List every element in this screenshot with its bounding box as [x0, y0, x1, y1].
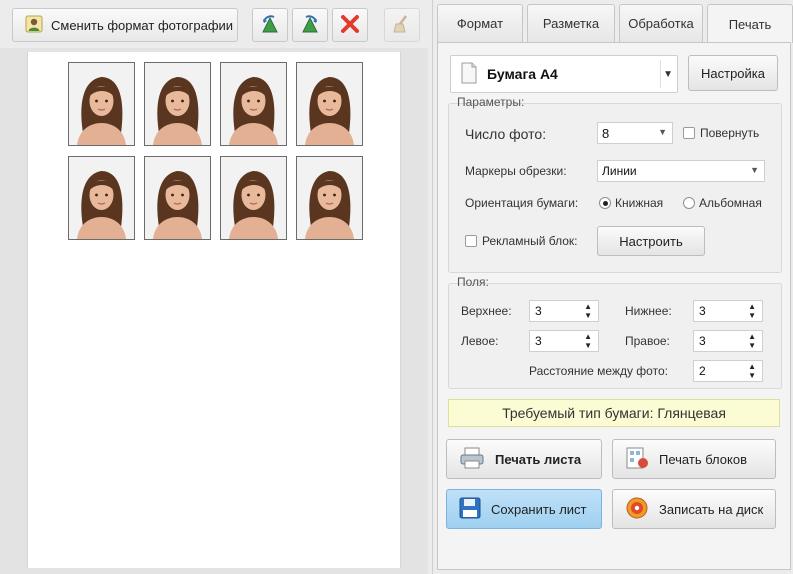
tab-format[interactable]: Формат: [437, 4, 523, 42]
change-format-button[interactable]: Сменить формат фотографии: [12, 8, 238, 42]
print-blocks-icon: [625, 446, 649, 473]
right-margin-value: 3: [699, 334, 706, 348]
rotate-right-icon: [299, 13, 321, 38]
bottom-margin-label: Нижнее:: [625, 304, 672, 318]
left-margin-label: Левое:: [461, 334, 499, 348]
radio-selected-icon[interactable]: [599, 197, 611, 209]
ad-block-label: Рекламный блок:: [482, 234, 578, 248]
spinner-arrows-icon[interactable]: ▲ ▼: [748, 332, 756, 350]
print-blocks-button[interactable]: Печать блоков: [612, 439, 776, 479]
preview-toolbar: Сменить формат фотографии: [0, 0, 428, 48]
person-photo-icon: [25, 15, 43, 36]
crop-marks-label: Маркеры обрезки:: [465, 164, 567, 178]
spinner-arrows-icon[interactable]: ▲ ▼: [584, 302, 592, 320]
change-format-label: Сменить формат фотографии: [51, 17, 234, 33]
margins-title: Поля:: [457, 275, 489, 289]
ad-block-checkbox[interactable]: Рекламный блок:: [465, 234, 577, 248]
right-margin-label: Правое:: [625, 334, 670, 348]
delete-icon: [340, 14, 360, 37]
rotate-checkbox-box[interactable]: [683, 127, 695, 139]
passport-photo[interactable]: [144, 62, 211, 146]
top-margin-spinner[interactable]: 3 ▲ ▼: [529, 300, 599, 322]
chevron-down-icon: ▼: [663, 69, 673, 80]
spinner-arrows-icon[interactable]: ▲ ▼: [748, 362, 756, 380]
print-sheet-button[interactable]: Печать листа: [446, 439, 602, 479]
clean-button[interactable]: [384, 8, 420, 42]
passport-photo[interactable]: [68, 156, 135, 240]
spinner-arrows-icon[interactable]: ▲ ▼: [748, 302, 756, 320]
ad-block-checkbox-box[interactable]: [465, 235, 477, 247]
print-preview-sheet: [27, 52, 401, 568]
print-blocks-label: Печать блоков: [659, 451, 747, 467]
select-divider: [660, 60, 661, 88]
orientation-landscape-label: Альбомная: [699, 196, 762, 210]
radio-unselected-icon[interactable]: [683, 197, 695, 209]
save-sheet-label: Сохранить лист: [491, 501, 587, 517]
top-margin-value: 3: [535, 304, 542, 318]
rotate-checkbox[interactable]: Повернуть: [683, 126, 759, 140]
tab-layout[interactable]: Разметка: [527, 4, 615, 42]
paper-sheet-icon: [461, 62, 477, 87]
floppy-disk-icon: [459, 497, 481, 522]
photo-spacing-spinner[interactable]: 2 ▲ ▼: [693, 360, 763, 382]
passport-photo[interactable]: [220, 156, 287, 240]
tab-processing[interactable]: Обработка: [619, 4, 703, 42]
paper-size-label: Бумага А4: [487, 66, 558, 82]
printer-settings-button[interactable]: Настройка: [688, 55, 778, 91]
paper-type-notice: Требуемый тип бумаги: Глянцевая: [448, 399, 780, 427]
configure-ad-button[interactable]: Настроить: [597, 226, 705, 256]
printer-icon: [459, 446, 485, 473]
rotate-label: Повернуть: [700, 126, 760, 140]
chevron-down-icon: ▼: [658, 127, 667, 137]
photo-spacing-value: 2: [699, 364, 706, 378]
parameters-title: Параметры:: [457, 95, 525, 109]
passport-photo[interactable]: [144, 156, 211, 240]
crop-marks-select[interactable]: Линии ▼: [597, 160, 765, 182]
burn-disk-button[interactable]: Записать на диск: [612, 489, 776, 529]
photo-count-select[interactable]: 8 ▼: [597, 122, 673, 144]
top-margin-label: Верхнее:: [461, 304, 512, 318]
rotate-left-icon: [259, 13, 281, 38]
rotate-left-button[interactable]: [252, 8, 288, 42]
settings-pane: Формат Разметка Обработка Печать Бумага …: [432, 0, 793, 574]
tab-bar: Формат Разметка Обработка Печать: [437, 4, 793, 43]
print-tab-panel: Бумага А4 ▼ Настройка Параметры: Число ф…: [437, 42, 791, 570]
left-margin-value: 3: [535, 334, 542, 348]
passport-photo[interactable]: [296, 62, 363, 146]
burn-disk-label: Записать на диск: [659, 501, 764, 517]
print-sheet-label: Печать листа: [495, 451, 582, 467]
photo-grid: [68, 62, 363, 240]
orientation-portrait-radio[interactable]: Книжная: [599, 196, 663, 210]
clean-icon: [392, 14, 412, 37]
tab-print[interactable]: Печать: [707, 4, 793, 43]
photo-count-value: 8: [602, 125, 610, 141]
rotate-right-button[interactable]: [292, 8, 328, 42]
passport-photo[interactable]: [296, 156, 363, 240]
bottom-margin-spinner[interactable]: 3 ▲ ▼: [693, 300, 763, 322]
photo-spacing-label: Расстояние между фото:: [529, 364, 668, 378]
chevron-down-icon: ▼: [750, 165, 759, 175]
orientation-landscape-radio[interactable]: Альбомная: [683, 196, 762, 210]
orientation-portrait-label: Книжная: [615, 196, 664, 210]
passport-photo[interactable]: [68, 62, 135, 146]
bottom-margin-value: 3: [699, 304, 706, 318]
margins-group: Поля: Верхнее: 3 ▲ ▼ Нижнее: 3 ▲ ▼ Левое: …: [448, 275, 782, 389]
passport-photo[interactable]: [220, 62, 287, 146]
preview-pane: Сменить формат фотографии: [0, 0, 428, 574]
parameters-group: Параметры: Число фото: 8 ▼ Повернуть Мар…: [448, 95, 782, 273]
orientation-label: Ориентация бумаги:: [465, 196, 579, 210]
right-margin-spinner[interactable]: 3 ▲ ▼: [693, 330, 763, 352]
photo-count-label: Число фото:: [465, 126, 547, 142]
left-margin-spinner[interactable]: 3 ▲ ▼: [529, 330, 599, 352]
crop-marks-value: Линии: [602, 164, 637, 178]
disc-icon: [625, 496, 649, 523]
save-sheet-button[interactable]: Сохранить лист: [446, 489, 602, 529]
spinner-arrows-icon[interactable]: ▲ ▼: [584, 332, 592, 350]
paper-size-select[interactable]: Бумага А4 ▼: [450, 55, 678, 93]
delete-button[interactable]: [332, 8, 368, 42]
